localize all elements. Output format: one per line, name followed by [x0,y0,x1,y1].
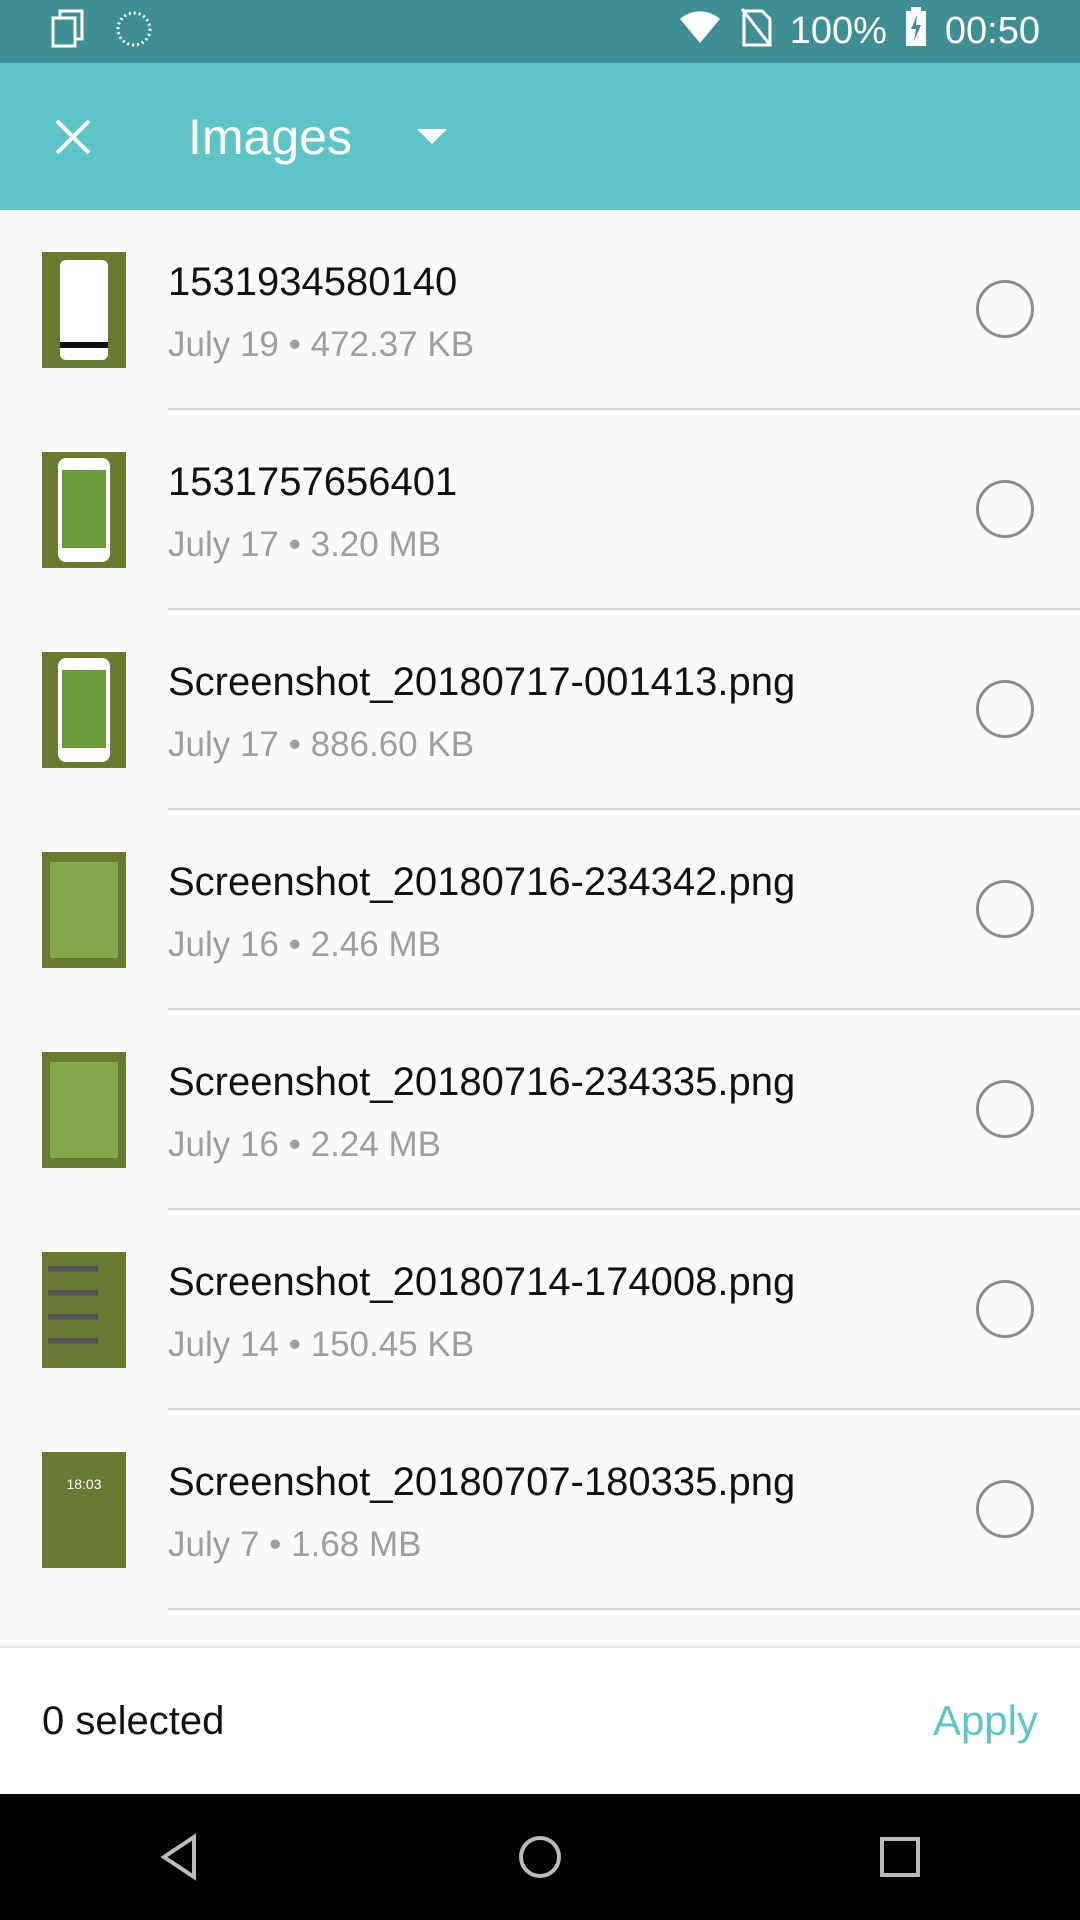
thumbnail-time: 18:03 [66,1476,102,1492]
file-name: Screenshot_20180714-174008.png [168,1260,796,1304]
file-name: Screenshot_20180717-001413.png [168,660,796,704]
divider [168,1608,1080,1610]
select-radio[interactable] [976,480,1034,538]
image-thumbnail [42,1252,126,1368]
list-item[interactable]: Screenshot_20180717-001413.png July 17 •… [0,610,1080,810]
select-radio[interactable] [976,1480,1034,1538]
file-meta: July 19 • 472.37 KB [168,325,475,364]
apply-button[interactable]: Apply [933,1697,1038,1745]
navigation-bar [0,1794,1080,1920]
select-radio[interactable] [976,680,1034,738]
list-item[interactable]: Screenshot_20180716-234342.png July 16 •… [0,810,1080,1010]
image-thumbnail [42,652,126,768]
file-name: Screenshot_20180716-234335.png [168,1060,796,1104]
list-item[interactable]: 1531757656401 July 17 • 3.20 MB [0,410,1080,610]
image-thumbnail [42,252,126,368]
page-title[interactable]: Images [188,108,352,166]
battery-percent: 100% [789,10,887,52]
select-radio[interactable] [976,880,1034,938]
image-thumbnail [42,452,126,568]
back-icon[interactable] [140,1817,220,1897]
file-name: 1531757656401 [168,460,458,504]
image-thumbnail [42,1052,126,1168]
image-thumbnail [42,852,126,968]
list-item[interactable]: Screenshot_20180716-234335.png July 16 •… [0,1010,1080,1210]
select-radio[interactable] [976,1280,1034,1338]
no-sim-icon [740,7,772,57]
spinner-icon [114,9,154,54]
list-item[interactable]: 1531934580140 July 19 • 472.37 KB [0,210,1080,410]
wifi-icon [678,9,722,55]
file-list: 1531934580140 July 19 • 472.37 KB 153175… [0,210,1080,1610]
select-radio[interactable] [976,1080,1034,1138]
selection-bar: 0 selected Apply [0,1646,1080,1794]
toolbar: Images [0,63,1080,210]
select-radio[interactable] [976,280,1034,338]
home-icon[interactable] [500,1817,580,1897]
file-meta: July 17 • 3.20 MB [168,525,441,564]
selected-count: 0 selected [42,1698,225,1743]
dropdown-arrow-icon[interactable] [412,117,452,157]
list-item[interactable]: Screenshot_20180714-174008.png July 14 •… [0,1210,1080,1410]
list-item[interactable]: 18:03 Screenshot_20180707-180335.png Jul… [0,1410,1080,1610]
copy-icon [50,9,86,54]
clock: 00:50 [944,10,1040,52]
file-meta: July 7 • 1.68 MB [168,1525,422,1564]
battery-charging-icon [905,6,927,57]
recents-icon[interactable] [860,1817,940,1897]
file-name: 1531934580140 [168,260,458,304]
file-meta: July 16 • 2.24 MB [168,1125,441,1164]
file-meta: July 16 • 2.46 MB [168,925,441,964]
file-meta: July 17 • 886.60 KB [168,725,475,764]
status-bar: 100% 00:50 [0,0,1080,63]
file-name: Screenshot_20180716-234342.png [168,860,796,904]
image-thumbnail: 18:03 [42,1452,126,1568]
close-icon[interactable] [36,100,110,174]
file-name: Screenshot_20180707-180335.png [168,1460,796,1504]
file-meta: July 14 • 150.45 KB [168,1325,475,1364]
